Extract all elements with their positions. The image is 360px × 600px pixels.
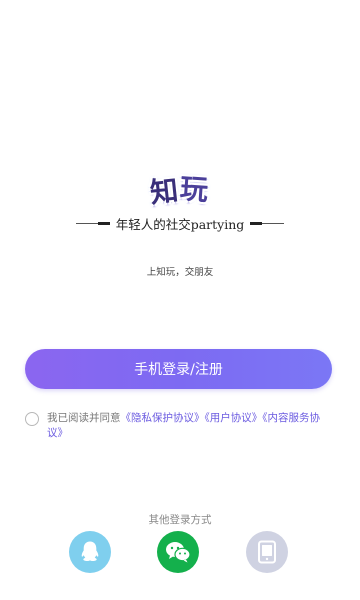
logo-char-1: 知 xyxy=(148,173,182,210)
login-screen: 知玩 年轻人的社交partying 上知玩，交朋友 手机登录/注册 我已阅读并同… xyxy=(0,0,360,600)
slogan-divider-left xyxy=(74,218,110,228)
logo-char-2: 玩 xyxy=(178,171,212,208)
wechat-icon xyxy=(166,542,191,563)
other-login-label: 其他登录方式 xyxy=(148,514,212,526)
slogan: 年轻人的社交partying xyxy=(0,214,360,232)
qq-icon xyxy=(81,541,99,561)
qq-login-button[interactable] xyxy=(69,531,111,573)
user-agreement-link[interactable]: 《用户协议》 xyxy=(205,412,263,424)
tablet-login-button[interactable] xyxy=(246,531,288,573)
tagline: 上知玩，交朋友 xyxy=(146,267,214,278)
agreement-prefix: 我已阅读并同意 xyxy=(47,412,121,424)
wechat-login-button[interactable] xyxy=(157,531,199,573)
slogan-text: 年轻人的社交partying xyxy=(115,216,245,232)
phone-login-button[interactable]: 手机登录/注册 xyxy=(25,349,332,389)
privacy-agreement-link[interactable]: 《隐私保护协议》 xyxy=(121,412,205,424)
tablet-icon xyxy=(258,540,276,564)
logo-text: 知玩 xyxy=(132,170,228,210)
slogan-divider-right xyxy=(250,218,286,228)
agreement-text: 我已阅读并同意《隐私保护协议》《用户协议》《内容服务协议》 xyxy=(47,411,335,441)
agreement: 我已阅读并同意《隐私保护协议》《用户协议》《内容服务协议》 xyxy=(25,411,335,441)
app-logo: 知玩 xyxy=(132,170,228,210)
agree-checkbox[interactable] xyxy=(25,412,39,426)
